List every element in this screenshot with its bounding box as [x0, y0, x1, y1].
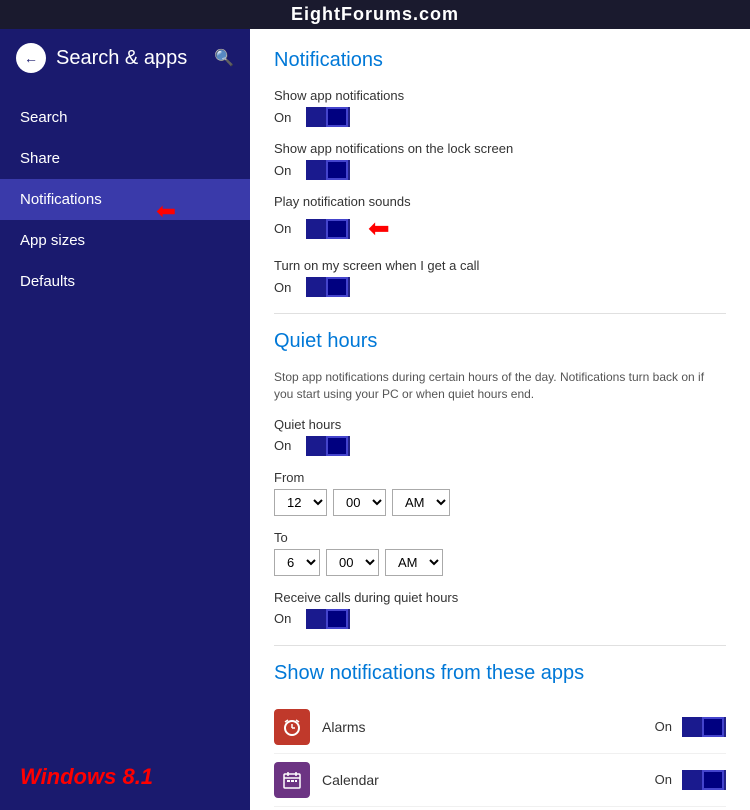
back-icon: ← [24, 50, 38, 66]
notifications-title: Notifications [274, 49, 726, 72]
calendar-name: Calendar [322, 772, 655, 788]
show-app-notifications-toggle-row: On [274, 107, 726, 127]
windows-version-label: Windows 8.1 [0, 744, 250, 810]
quiet-hours-label: Quiet hours [274, 417, 726, 432]
receive-calls-row: Receive calls during quiet hours On [274, 590, 726, 629]
list-item: Alarms On [274, 701, 726, 754]
main-content: Notifications Show app notifications On … [250, 29, 750, 810]
alarms-toggle[interactable] [682, 717, 726, 737]
screen-on-call-label: Turn on my screen when I get a call [274, 258, 726, 273]
notifications-section: Notifications Show app notifications On … [274, 49, 726, 297]
list-item: Games On [274, 807, 726, 810]
notification-sounds-row: Play notification sounds On ⬅ [274, 194, 726, 244]
calendar-toggle[interactable] [682, 770, 726, 790]
divider-2 [274, 645, 726, 646]
quiet-hours-state: On [274, 438, 296, 453]
arrow-annotation-sounds: ⬅ [368, 213, 390, 244]
show-app-notifications-state: On [274, 110, 296, 125]
watermark-bar: EightForums.com [0, 0, 750, 29]
to-hour-select[interactable]: 6 123 457 [274, 549, 320, 576]
calendar-icon [274, 762, 310, 798]
quiet-hours-section: Quiet hours Stop app notifications durin… [274, 330, 726, 629]
watermark-text: EightForums.com [291, 4, 459, 24]
alarms-state: On [655, 719, 672, 734]
quiet-hours-toggle[interactable] [306, 436, 350, 456]
sidebar-item-notifications[interactable]: Notifications [0, 179, 250, 220]
quiet-hours-title: Quiet hours [274, 330, 726, 353]
divider-1 [274, 313, 726, 314]
list-item: Calendar On [274, 754, 726, 807]
quiet-hours-description: Stop app notifications during certain ho… [274, 369, 726, 403]
alarms-icon [274, 709, 310, 745]
sidebar-item-search[interactable]: Search [0, 97, 250, 138]
quiet-hours-toggle-row: Quiet hours On [274, 417, 726, 456]
search-icon[interactable]: 🔍 [214, 48, 234, 68]
from-minute-select[interactable]: 00153045 [333, 489, 386, 516]
apps-section: Show notifications from these apps Alarm [274, 662, 726, 810]
quiet-hours-toggle-container: On [274, 436, 726, 456]
app-list: Alarms On [274, 701, 726, 810]
to-dropdown-row: 6 123 457 00153045 AMPM [274, 549, 726, 576]
receive-calls-toggle[interactable] [306, 609, 350, 629]
sidebar: ← Search & apps 🔍 Search Share Notificat… [0, 29, 250, 810]
from-ampm-select[interactable]: AMPM [392, 489, 450, 516]
back-button[interactable]: ← [16, 43, 46, 73]
receive-calls-toggle-row: On [274, 609, 726, 629]
lock-screen-notifications-toggle[interactable] [306, 160, 350, 180]
show-app-notifications-row: Show app notifications On [274, 88, 726, 127]
alarms-name: Alarms [322, 719, 655, 735]
from-group: From 12 123 456 00153045 AMPM [274, 470, 726, 516]
apps-section-title: Show notifications from these apps [274, 662, 726, 685]
notification-sounds-label: Play notification sounds [274, 194, 726, 209]
lock-screen-notifications-toggle-row: On [274, 160, 726, 180]
show-app-notifications-label: Show app notifications [274, 88, 726, 103]
from-dropdown-row: 12 123 456 00153045 AMPM [274, 489, 726, 516]
calendar-state: On [655, 772, 672, 787]
from-label: From [274, 470, 726, 485]
from-hour-select[interactable]: 12 123 456 [274, 489, 327, 516]
screen-on-call-row: Turn on my screen when I get a call On [274, 258, 726, 297]
lock-screen-notifications-state: On [274, 163, 296, 178]
notification-sounds-toggle[interactable] [306, 219, 350, 239]
lock-screen-notifications-label: Show app notifications on the lock scree… [274, 141, 726, 156]
sidebar-item-share[interactable]: Share [0, 138, 250, 179]
show-app-notifications-toggle[interactable] [306, 107, 350, 127]
sidebar-title: Search & apps [56, 47, 187, 70]
to-group: To 6 123 457 00153045 AMPM [274, 530, 726, 576]
to-label: To [274, 530, 726, 545]
screen-on-call-state: On [274, 280, 296, 295]
sidebar-item-app-sizes[interactable]: App sizes [0, 220, 250, 261]
receive-calls-state: On [274, 611, 296, 626]
to-minute-select[interactable]: 00153045 [326, 549, 379, 576]
receive-calls-label: Receive calls during quiet hours [274, 590, 726, 605]
screen-on-call-toggle-row: On [274, 277, 726, 297]
notification-sounds-state: On [274, 221, 296, 236]
to-ampm-select[interactable]: AMPM [385, 549, 443, 576]
sidebar-header: ← Search & apps 🔍 [0, 29, 250, 87]
screen-on-call-toggle[interactable] [306, 277, 350, 297]
notification-sounds-toggle-row: On ⬅ [274, 213, 726, 244]
sidebar-nav: Search Share Notifications App sizes Def… [0, 97, 250, 302]
sidebar-item-defaults[interactable]: Defaults [0, 261, 250, 302]
lock-screen-notifications-row: Show app notifications on the lock scree… [274, 141, 726, 180]
